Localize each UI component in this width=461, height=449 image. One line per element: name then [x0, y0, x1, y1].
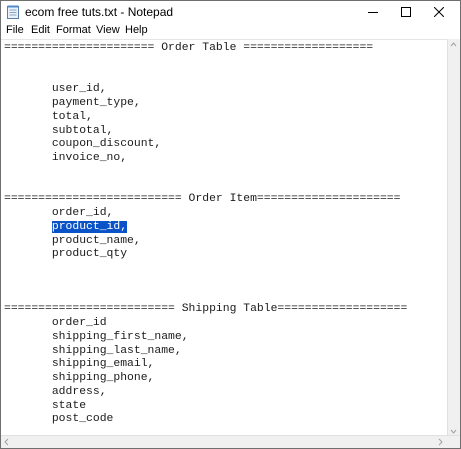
text-line[interactable]: invoice_no, — [4, 151, 127, 165]
menu-format[interactable]: Format — [56, 24, 91, 36]
menu-view[interactable]: View — [96, 24, 120, 36]
maximize-icon — [401, 7, 411, 17]
text-line[interactable]: post_code — [4, 412, 114, 426]
vertical-scrollbar[interactable] — [447, 39, 460, 437]
text-line[interactable]: coupon_discount, — [4, 137, 161, 151]
scroll-arrows-horizontal — [4, 438, 443, 446]
notepad-icon — [7, 5, 19, 19]
text-line[interactable]: product_qty — [4, 247, 127, 261]
text-line[interactable]: product_name, — [4, 234, 141, 248]
selected-text[interactable]: product_id, — [51, 220, 128, 233]
text-line[interactable]: state — [4, 399, 86, 413]
text-line[interactable]: total, — [4, 110, 93, 124]
close-icon — [434, 7, 444, 17]
menu-bar: File Edit Format View Help — [1, 23, 460, 40]
minimize-icon — [368, 12, 378, 13]
minimize-button[interactable] — [358, 1, 388, 23]
text-line[interactable]: shipping_last_name, — [4, 344, 182, 358]
text-line[interactable]: ====================== Order Table =====… — [4, 41, 373, 55]
text-line[interactable]: ========================== Order Item===… — [4, 192, 400, 206]
text-line[interactable]: payment_type, — [4, 96, 141, 110]
text-line[interactable]: user_id, — [4, 82, 107, 96]
text-line[interactable]: shipping_email, — [4, 357, 155, 371]
menu-file[interactable]: File — [6, 24, 24, 36]
text-editor[interactable]: ====================== Order Table =====… — [1, 39, 448, 438]
maximize-button[interactable] — [391, 1, 421, 23]
text-line[interactable]: subtotal, — [4, 124, 114, 138]
text-line[interactable]: address, — [4, 385, 107, 399]
text-line[interactable]: shipping_first_name, — [4, 330, 189, 344]
text-line[interactable]: product_id, — [4, 220, 128, 234]
menu-help[interactable]: Help — [125, 24, 148, 36]
horizontal-scrollbar[interactable] — [1, 435, 460, 448]
notepad-window: ecom free tuts.txt - Notepad File Edit F… — [0, 0, 461, 449]
close-button[interactable] — [424, 1, 454, 23]
title-bar[interactable]: ecom free tuts.txt - Notepad — [1, 1, 460, 23]
text-line[interactable]: order_id, — [4, 206, 114, 220]
text-line[interactable]: shipping_phone, — [4, 371, 155, 385]
text-line[interactable]: ========================= Shipping Table… — [4, 302, 407, 316]
text-line[interactable]: order_id — [4, 316, 107, 330]
menu-edit[interactable]: Edit — [31, 24, 50, 36]
window-title: ecom free tuts.txt - Notepad — [25, 5, 174, 19]
scroll-arrows-vertical — [450, 42, 457, 434]
